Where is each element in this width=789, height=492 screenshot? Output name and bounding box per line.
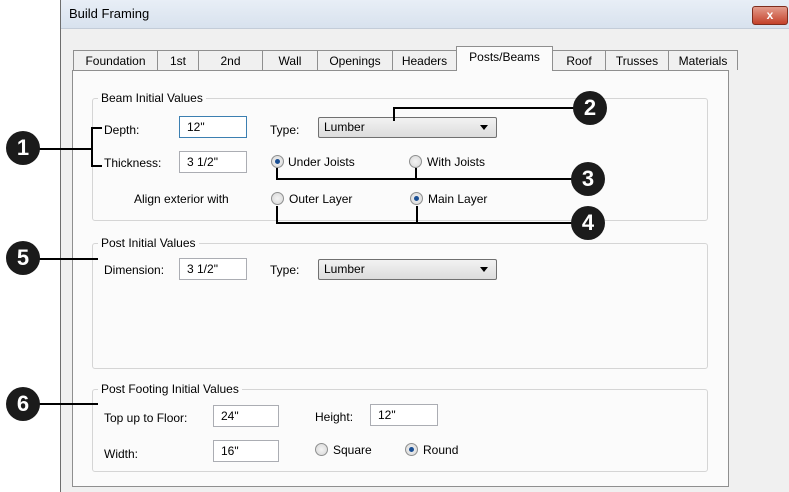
title-bar: Build Framing x bbox=[61, 0, 789, 29]
under-joists-radio[interactable] bbox=[271, 155, 284, 168]
callout-1-bracket bbox=[91, 127, 93, 167]
beam-type-select[interactable]: Lumber bbox=[318, 117, 497, 138]
callout-4-right-drop bbox=[416, 206, 418, 224]
callout-4-leader bbox=[277, 222, 573, 224]
callout-2: 2 bbox=[573, 91, 607, 125]
tab-openings[interactable]: Openings bbox=[317, 50, 393, 70]
width-label: Width: bbox=[104, 447, 139, 461]
post-type-label: Type: bbox=[270, 263, 300, 277]
callout-4-left-drop bbox=[276, 206, 278, 224]
thickness-label: Thickness: bbox=[104, 156, 162, 170]
chevron-down-icon bbox=[480, 125, 488, 130]
width-field[interactable]: 16" bbox=[213, 440, 279, 462]
post-group-label: Post Initial Values bbox=[98, 236, 199, 250]
with-joists-radio[interactable] bbox=[409, 155, 422, 168]
callout-6: 6 bbox=[6, 387, 40, 421]
callout-1-tick-top bbox=[91, 127, 102, 129]
post-type-value: Lumber bbox=[324, 262, 365, 276]
callout-1: 1 bbox=[6, 131, 40, 165]
outer-layer-radio[interactable] bbox=[271, 192, 284, 205]
beam-type-label: Type: bbox=[270, 123, 300, 137]
tab-wall[interactable]: Wall bbox=[262, 50, 318, 70]
callout-1-tick-bottom bbox=[91, 165, 102, 167]
dimension-label: Dimension: bbox=[104, 263, 165, 277]
callout-6-leader bbox=[38, 403, 98, 405]
callout-3-right-drop bbox=[415, 168, 417, 180]
close-button[interactable]: x bbox=[752, 6, 788, 25]
align-exterior-label: Align exterior with bbox=[134, 192, 229, 206]
tab-materials[interactable]: Materials bbox=[668, 50, 738, 70]
under-joists-label: Under Joists bbox=[288, 155, 355, 169]
callout-5-leader bbox=[38, 258, 98, 260]
callout-1-leader bbox=[38, 148, 92, 150]
tab-foundation[interactable]: Foundation bbox=[73, 50, 158, 70]
square-radio[interactable] bbox=[315, 443, 328, 456]
tab-headers[interactable]: Headers bbox=[392, 50, 457, 70]
dimension-field[interactable]: 3 1/2" bbox=[179, 258, 247, 280]
top-up-to-floor-label: Top up to Floor: bbox=[104, 411, 188, 425]
callout-3: 3 bbox=[571, 162, 605, 196]
beam-group-label: Beam Initial Values bbox=[98, 91, 206, 105]
dialog-title: Build Framing bbox=[69, 6, 150, 21]
outer-layer-label: Outer Layer bbox=[289, 192, 353, 206]
callout-4: 4 bbox=[571, 206, 605, 240]
tab-1st[interactable]: 1st bbox=[157, 50, 199, 70]
with-joists-label: With Joists bbox=[427, 155, 486, 169]
tab-roof[interactable]: Roof bbox=[552, 50, 606, 70]
tab-2nd[interactable]: 2nd bbox=[198, 50, 263, 70]
post-type-select[interactable]: Lumber bbox=[318, 259, 497, 280]
callout-3-leader bbox=[277, 178, 573, 180]
main-layer-radio[interactable] bbox=[410, 192, 423, 205]
callout-2-leader bbox=[394, 107, 584, 109]
depth-label: Depth: bbox=[104, 123, 140, 137]
depth-field[interactable]: 12" bbox=[179, 116, 247, 138]
tab-trusses[interactable]: Trusses bbox=[605, 50, 669, 70]
thickness-field[interactable]: 3 1/2" bbox=[179, 151, 247, 173]
height-field[interactable]: 12" bbox=[370, 404, 438, 426]
round-radio[interactable] bbox=[405, 443, 418, 456]
callout-3-left-drop bbox=[276, 168, 278, 180]
footing-group-label: Post Footing Initial Values bbox=[98, 382, 242, 396]
top-up-to-floor-field[interactable]: 24" bbox=[213, 405, 279, 427]
main-layer-label: Main Layer bbox=[428, 192, 488, 206]
chevron-down-icon bbox=[480, 267, 488, 272]
callout-5: 5 bbox=[6, 241, 40, 275]
footing-group bbox=[92, 389, 708, 472]
height-label: Height: bbox=[315, 410, 354, 424]
beam-type-value: Lumber bbox=[324, 120, 365, 134]
square-label: Square bbox=[333, 443, 372, 457]
callout-2-drop bbox=[393, 107, 395, 121]
tab-posts-beams[interactable]: Posts/Beams bbox=[456, 46, 553, 71]
round-label: Round bbox=[423, 443, 459, 457]
